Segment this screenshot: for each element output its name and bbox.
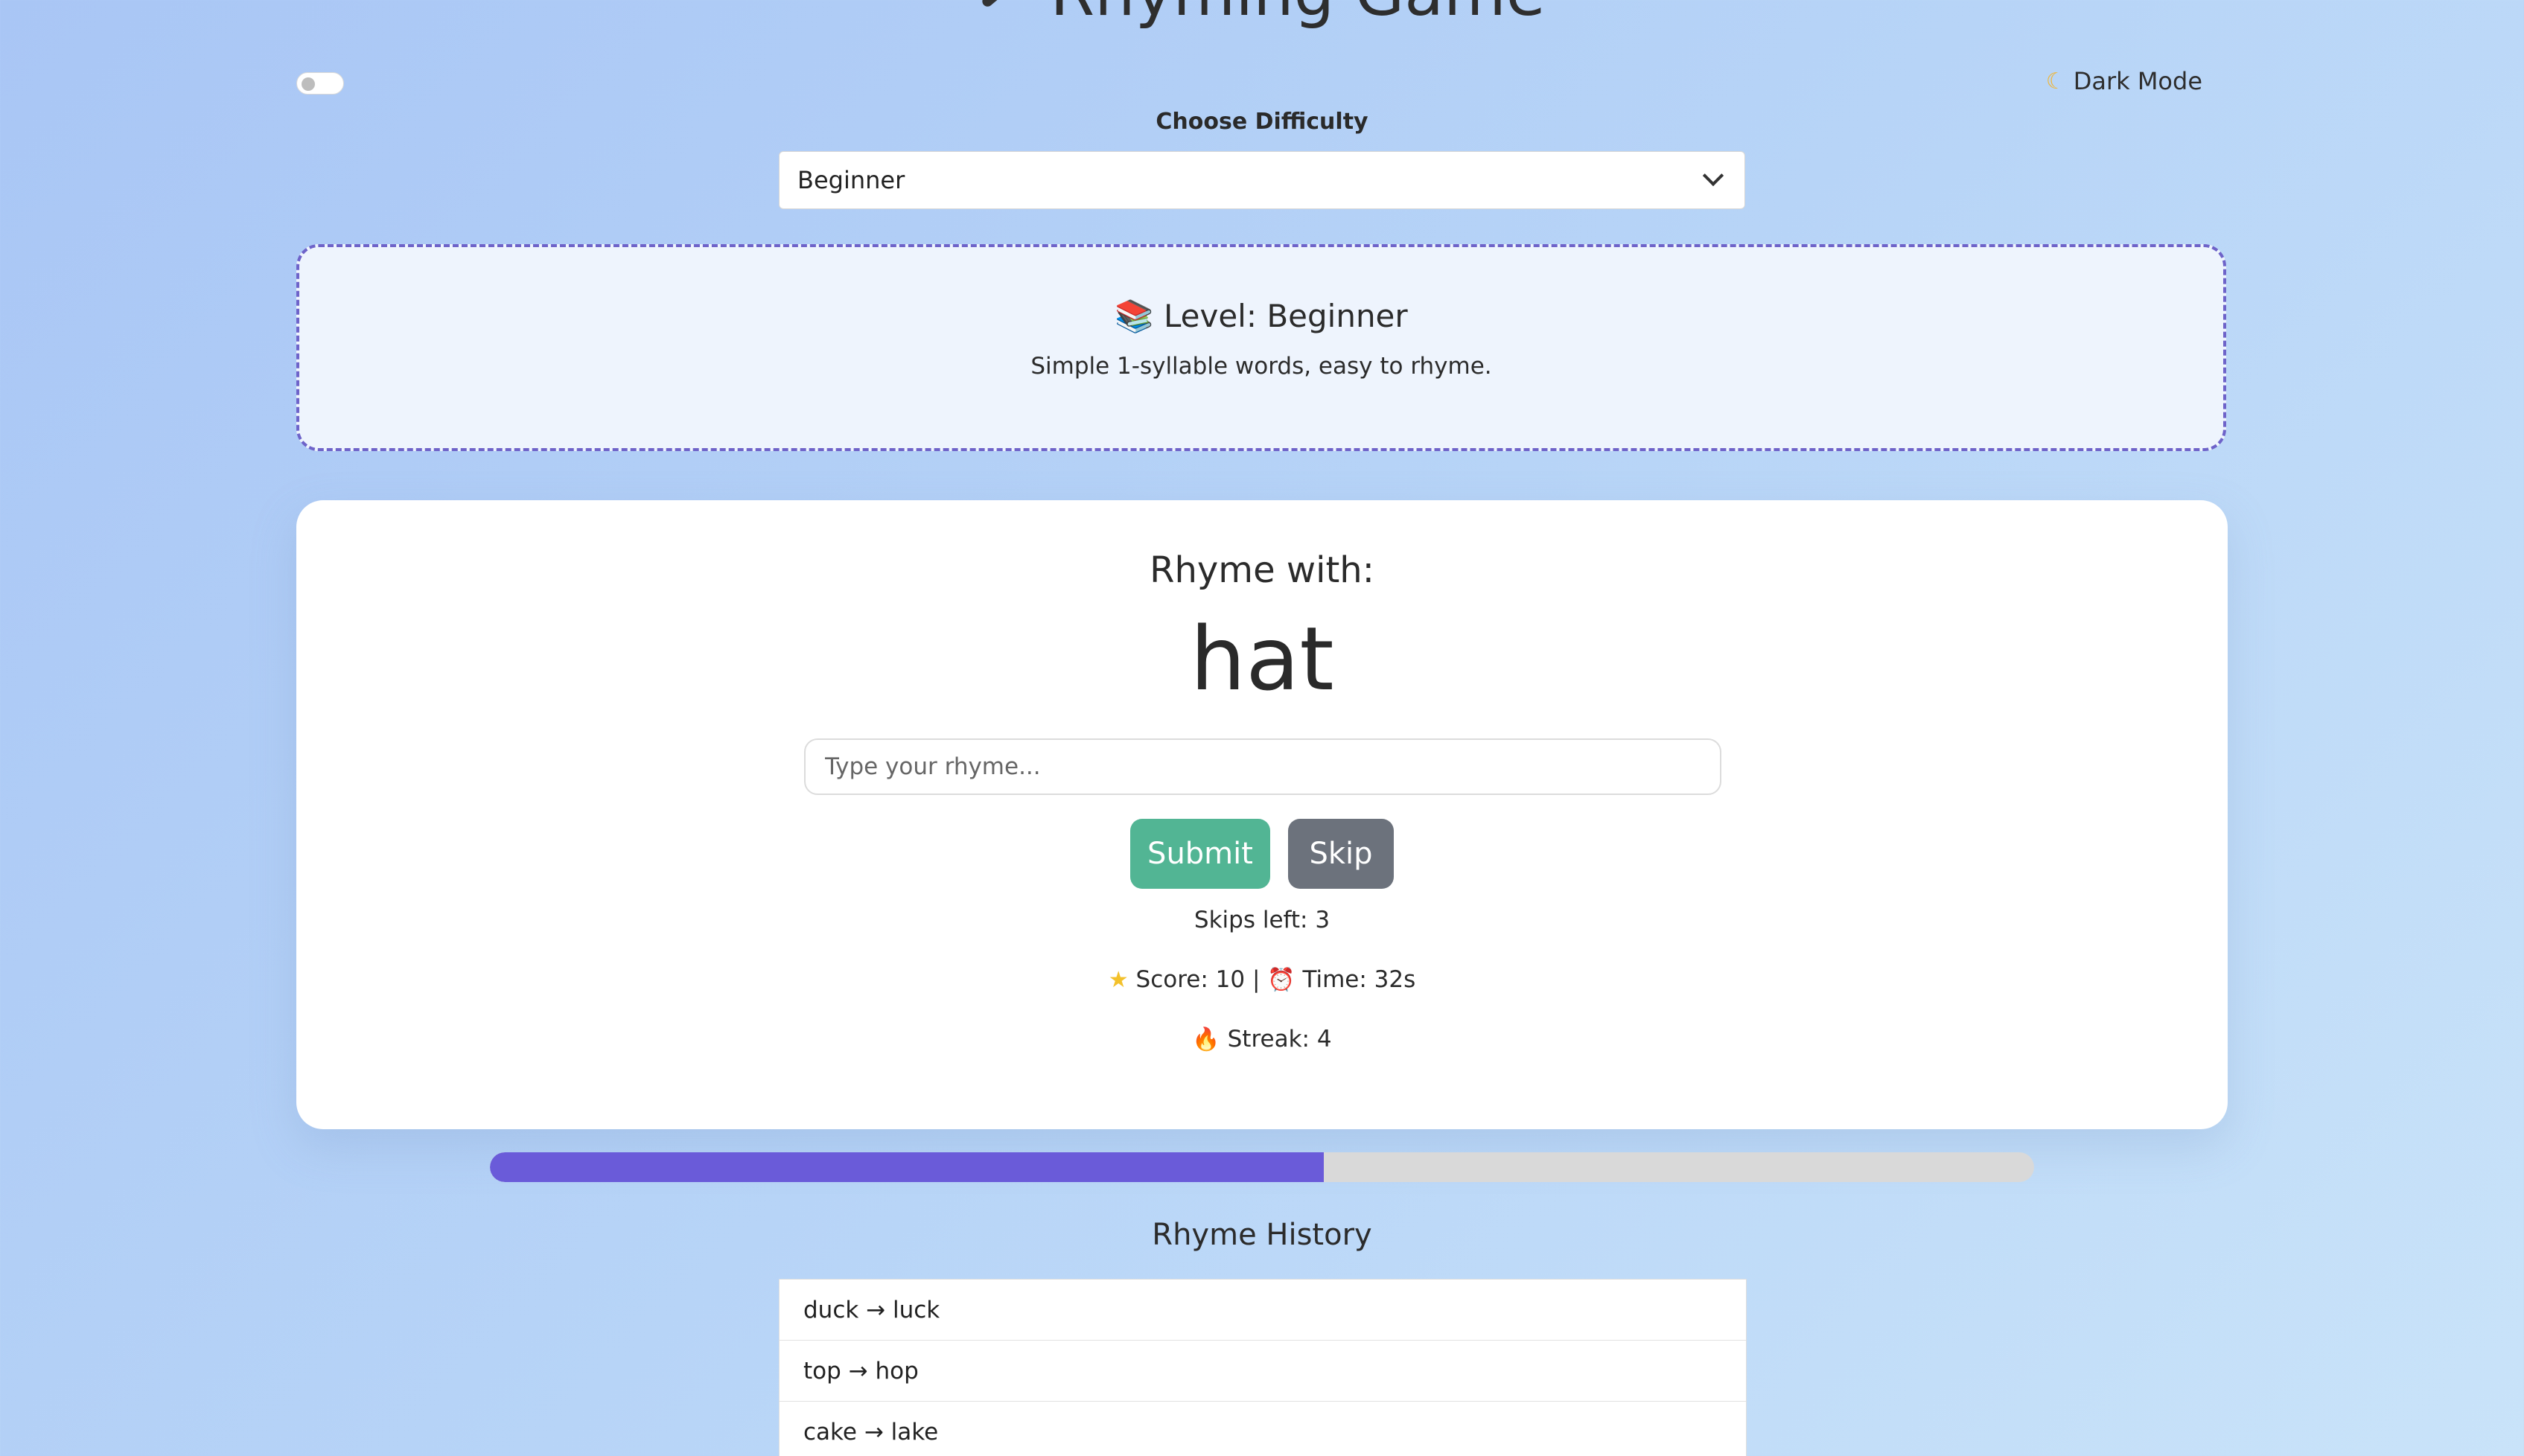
page-title-text: Rhyming Game	[1050, 0, 1545, 31]
history-list: duck → luck top → hop cake → lake	[779, 1279, 1747, 1456]
skip-button[interactable]: Skip	[1288, 819, 1394, 889]
history-item: top → hop	[780, 1341, 1746, 1402]
dark-mode-toggle[interactable]	[296, 72, 344, 95]
chevron-down-icon	[1702, 165, 1724, 187]
progress-bar	[490, 1152, 2034, 1182]
dark-mode-label: Dark Mode	[2073, 67, 2202, 95]
star-icon: ★	[1108, 967, 1129, 993]
streak-text: Streak: 4	[1227, 1026, 1332, 1053]
game-card: Rhyme with: hat Submit Skip Skips left: …	[296, 500, 2228, 1129]
streak-line: 🔥 Streak: 4	[296, 1026, 2228, 1053]
difficulty-selected-value: Beginner	[797, 166, 905, 194]
score-text: Score: 10 |	[1135, 966, 1268, 993]
history-item: duck → luck	[780, 1280, 1746, 1341]
time-text: Time: 32s	[1302, 966, 1416, 993]
moon-icon: ☾	[2045, 68, 2066, 95]
toggle-knob	[302, 77, 315, 91]
submit-button[interactable]: Submit	[1130, 819, 1270, 889]
difficulty-label: Choose Difficulty	[1156, 109, 1368, 135]
progress-fill	[490, 1152, 1324, 1182]
score-time-line: ★ Score: 10 | ⏰ Time: 32s	[296, 966, 2228, 993]
magic-wand-icon	[980, 0, 1022, 9]
history-title: Rhyme History	[1152, 1218, 1372, 1252]
difficulty-select[interactable]: Beginner	[779, 151, 1745, 209]
level-info-box: 📚 Level: Beginner Simple 1-syllable word…	[296, 244, 2226, 451]
fire-icon: 🔥	[1192, 1026, 1220, 1053]
alarm-clock-icon: ⏰	[1267, 967, 1296, 993]
action-buttons: Submit Skip	[296, 819, 2228, 889]
level-description: Simple 1-syllable words, easy to rhyme.	[1030, 353, 1492, 380]
history-item: cake → lake	[780, 1402, 1746, 1456]
rhyme-prompt: Rhyme with:	[1150, 549, 1374, 591]
level-title: 📚 Level: Beginner	[1115, 298, 1408, 334]
target-word: hat	[1190, 607, 1334, 710]
rhyme-input[interactable]	[804, 738, 1721, 795]
skips-left: Skips left: 3	[1194, 907, 1330, 933]
dark-mode-label-group: ☾ Dark Mode	[2046, 67, 2202, 95]
page-title: Rhyming Game	[0, 0, 2524, 25]
